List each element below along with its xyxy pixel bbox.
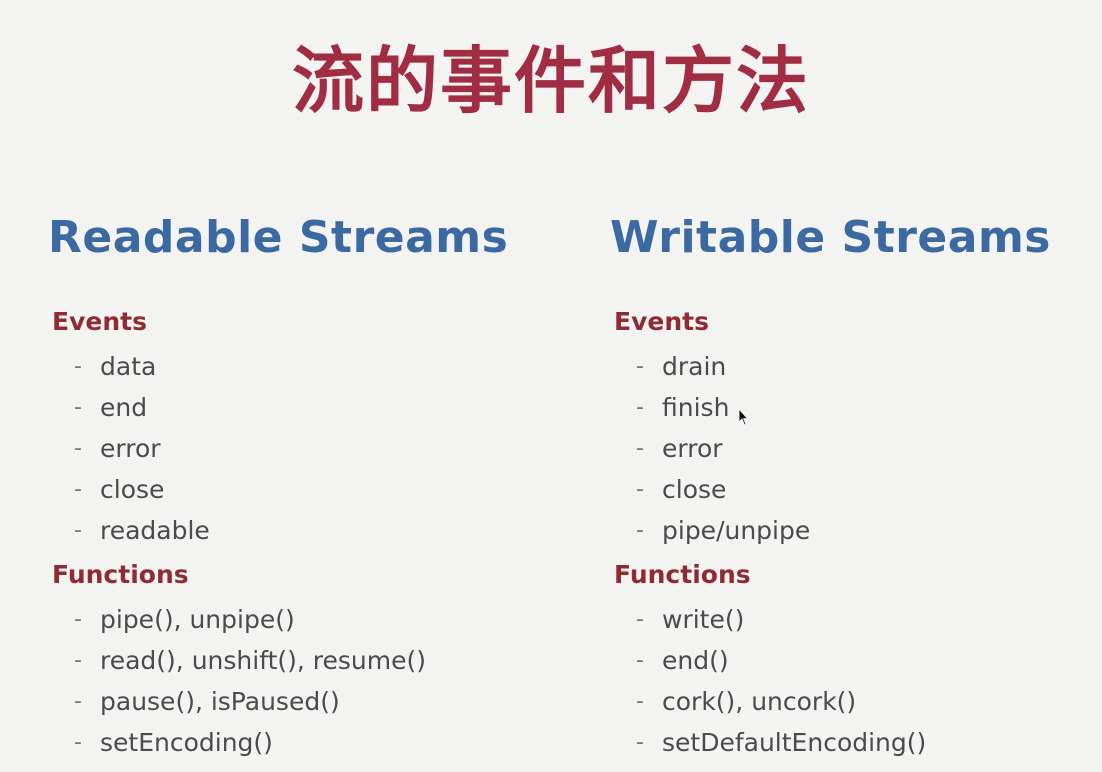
list-item: - read(), unshift(), resume() [48, 640, 508, 681]
events-section: Events - data - end - error - close - readabl… [48, 306, 508, 551]
list-item: - data [48, 346, 508, 387]
list-item: - cork(), uncork() [610, 681, 1051, 722]
column-heading: Readable Streams [48, 212, 509, 263]
section-title: Events [52, 307, 147, 336]
events-section: Events - drain - finish - error - close - pip… [610, 306, 1051, 551]
dash-icon: - [74, 730, 82, 755]
dash-icon: - [636, 648, 644, 673]
dash-icon: - [74, 607, 82, 632]
dash-icon: - [74, 518, 82, 543]
list-item: - finish [610, 387, 1051, 428]
dash-icon: - [636, 607, 644, 632]
section-title: Functions [614, 560, 751, 589]
list-item: - pause(), isPaused() [48, 681, 508, 722]
dash-icon: - [636, 689, 644, 714]
section-title: Events [614, 307, 709, 336]
functions-section: Functions - pipe(), unpipe() - read(), uns… [48, 559, 508, 763]
dash-icon: - [636, 477, 644, 502]
list-item: - setEncoding() [48, 722, 508, 763]
mouse-cursor-icon [738, 408, 748, 426]
dash-icon: - [74, 689, 82, 714]
list-item: - close [48, 469, 508, 510]
dash-icon: - [74, 354, 82, 379]
list-item: - error [610, 428, 1051, 469]
list-item: - write() [610, 599, 1051, 640]
dash-icon: - [636, 436, 644, 461]
dash-icon: - [636, 395, 644, 420]
dash-icon: - [636, 518, 644, 543]
readable-streams-column: Readable Streams Events - data - end - erro… [48, 210, 508, 771]
column-heading: Writable Streams [610, 212, 1051, 263]
dash-icon: - [74, 395, 82, 420]
functions-section: Functions - write() - end() - cork(), uncor… [610, 559, 1051, 763]
list-item: - pipe/unpipe [610, 510, 1051, 551]
list-item: - error [48, 428, 508, 469]
list-item: - drain [610, 346, 1051, 387]
dash-icon: - [636, 354, 644, 379]
slide-title: 流的事件和方法 [291, 39, 810, 123]
dash-icon: - [636, 730, 644, 755]
list-item: - close [610, 469, 1051, 510]
section-title: Functions [52, 560, 189, 589]
list-item: - readable [48, 510, 508, 551]
list-item: - end [48, 387, 508, 428]
dash-icon: - [74, 477, 82, 502]
dash-icon: - [74, 436, 82, 461]
writable-streams-column: Writable Streams Events - drain - finish -… [610, 210, 1051, 771]
list-item: - end() [610, 640, 1051, 681]
dash-icon: - [74, 648, 82, 673]
list-item: - setDefaultEncoding() [610, 722, 1051, 763]
list-item: - pipe(), unpipe() [48, 599, 508, 640]
